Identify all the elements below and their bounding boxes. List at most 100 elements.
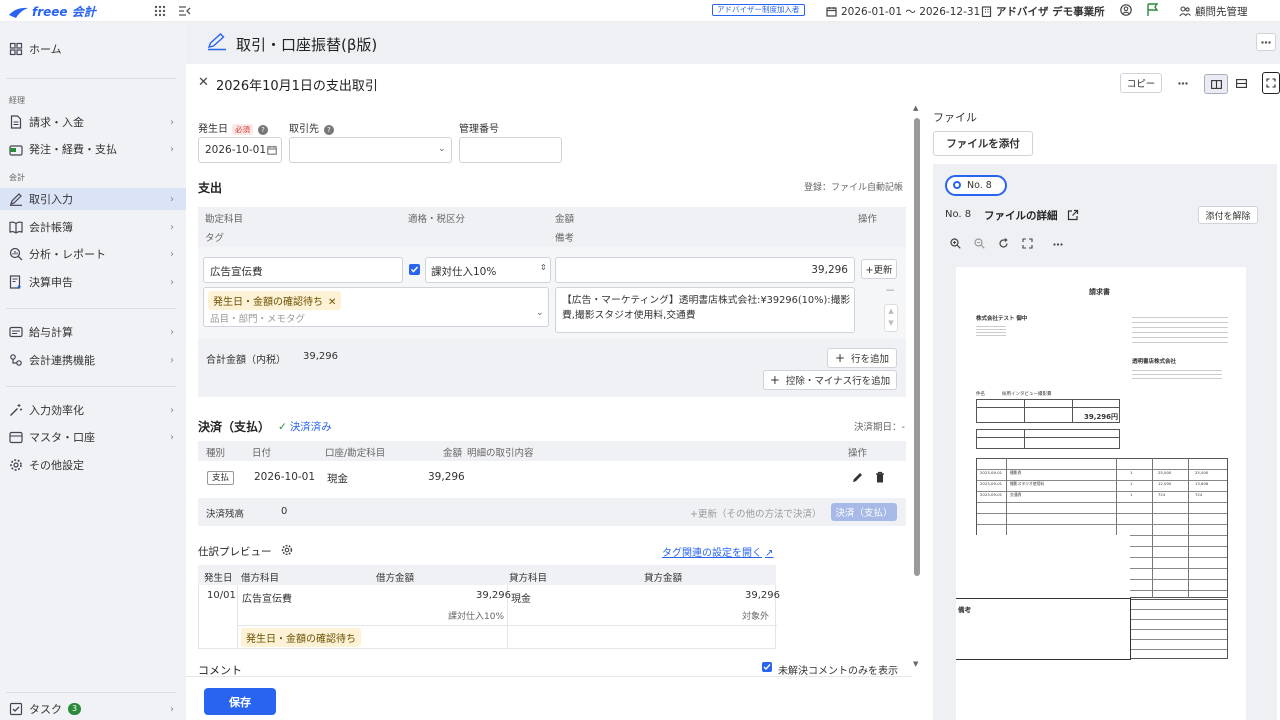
- attach-file-button[interactable]: ファイルを添付: [933, 131, 1033, 156]
- sidebar-item-settlement[interactable]: 決算申告 ›: [0, 271, 186, 293]
- sidebar-item-master[interactable]: マスタ・口座 ›: [0, 426, 186, 448]
- update-button[interactable]: +更新: [861, 259, 897, 279]
- file-chip[interactable]: No. 8: [945, 175, 1007, 196]
- payment-account: 現金: [327, 473, 348, 485]
- sidebar-item-integration[interactable]: 会計連携機能 ›: [0, 349, 186, 371]
- note-textarea[interactable]: 【広告・マーケティング】透明書店株式会社:¥39296(10%):撮影費,撮影ス…: [555, 287, 855, 333]
- add-deduction-button[interactable]: + 控除・マイナス行を追加: [763, 370, 897, 390]
- detach-file-button[interactable]: 添付を解除: [1198, 206, 1258, 224]
- calendar-icon: [826, 7, 837, 17]
- expand-icon[interactable]: [1022, 238, 1033, 249]
- chevron-down-icon: ⌄: [536, 308, 544, 318]
- link-icon: [8, 352, 24, 368]
- tag-input[interactable]: 発生日・金額の確認待ち ✕ 品目・部門・メモタグ ⌄: [203, 287, 549, 327]
- invoice-title: 請求書: [1089, 288, 1110, 296]
- date-input[interactable]: 2026-10-01: [198, 137, 282, 163]
- amount-input[interactable]: 39,296: [555, 257, 855, 283]
- zoom-out-icon[interactable]: [974, 238, 985, 249]
- sidebar-item-orders[interactable]: 発注・経費・支払 ›: [0, 138, 186, 160]
- registered-source: 登録：ファイル自動記帳: [804, 183, 904, 193]
- document-icon: [8, 114, 24, 130]
- external-link-icon: ↗: [765, 548, 774, 559]
- remove-tag-icon[interactable]: ✕: [328, 297, 336, 308]
- freee-logo[interactable]: freee 会計: [8, 3, 96, 20]
- wand-icon: [8, 402, 24, 418]
- trash-icon[interactable]: [875, 471, 885, 483]
- more-icon[interactable]: [1053, 243, 1063, 246]
- sidebar-item-label: タスク: [29, 703, 62, 716]
- form-scrollbar[interactable]: ▲ ▼: [912, 104, 922, 670]
- row-view-icon[interactable]: [1236, 79, 1247, 88]
- open-external-icon[interactable]: [1067, 209, 1079, 221]
- expense-section-title: 支出: [198, 181, 223, 195]
- split-view-button[interactable]: [1204, 74, 1228, 94]
- save-button[interactable]: 保存: [204, 688, 276, 715]
- pay-button[interactable]: 決済（支払）: [831, 503, 897, 521]
- people-icon: [1179, 6, 1191, 17]
- page-menu-button[interactable]: [1256, 33, 1276, 51]
- sidebar-divider: [6, 308, 176, 309]
- partner-label: 取引先?: [289, 120, 334, 135]
- date-value: 2026-10-01: [205, 144, 267, 156]
- file-panel-title: ファイル: [933, 111, 977, 124]
- company-selector[interactable]: アドバイザ デモ事業所: [981, 4, 1105, 19]
- partner-select[interactable]: ⌄: [289, 137, 452, 163]
- ref-number-input[interactable]: [459, 137, 562, 163]
- invoice-subject: 採用インタビュー撮影費: [1002, 392, 1052, 397]
- sidebar-item-transactions[interactable]: 取引入力 ›: [0, 188, 186, 210]
- flag-icon[interactable]: [1146, 3, 1159, 17]
- tag-settings-link[interactable]: タグ関連の設定を開く ↗: [662, 544, 773, 559]
- qualified-checkbox[interactable]: [409, 264, 420, 275]
- help-icon[interactable]: ?: [258, 125, 268, 135]
- client-management-link[interactable]: 顧問先管理: [1179, 4, 1248, 19]
- zoom-in-icon[interactable]: [950, 238, 961, 249]
- period-selector[interactable]: 2026-01-01 〜 2026-12-31: [826, 4, 980, 19]
- journal-debit-account: 広告宣伝費: [242, 594, 292, 605]
- tax-select[interactable]: 課対仕入10% ⇕: [425, 257, 551, 283]
- journal-date: 10/01: [207, 590, 236, 601]
- sidebar-item-tasks[interactable]: タスク 3 ›: [0, 698, 186, 720]
- sidebar-item-label: 請求・入金: [29, 116, 84, 129]
- fullscreen-icon[interactable]: [1262, 72, 1280, 94]
- sidebar-item-home[interactable]: ホーム: [0, 38, 186, 60]
- unresolved-label: 未解決コメントのみを表示: [778, 666, 898, 677]
- col-tax: 適格・税区分: [408, 214, 466, 225]
- calendar-icon[interactable]: [267, 145, 277, 155]
- file-panel: ファイル ファイルを添付 No. 8 No. 8 ファイルの詳細 添付を解除 請…: [926, 104, 1280, 720]
- account-icon[interactable]: [1120, 4, 1132, 16]
- scroll-down-icon[interactable]: ▼: [913, 660, 918, 668]
- sidebar-item-analysis[interactable]: 分析・レポート ›: [0, 243, 186, 265]
- rotate-icon[interactable]: [998, 238, 1009, 249]
- sidebar-item-invoice[interactable]: 請求・入金 ›: [0, 111, 186, 133]
- sidebar-divider: [6, 78, 176, 79]
- balance-label: 決済残高: [206, 509, 245, 520]
- sidebar-item-payroll[interactable]: 給与計算 ›: [0, 321, 186, 343]
- account-input[interactable]: 広告宣伝費: [203, 257, 403, 283]
- period-text: 2026-01-01 〜 2026-12-31: [841, 6, 981, 18]
- app-grid-icon[interactable]: [154, 5, 166, 17]
- sidebar-item-ledger[interactable]: 会計帳簿 ›: [0, 216, 186, 238]
- payment-row: 支払 2026-10-01 現金 39,296: [198, 461, 906, 497]
- scroll-up-icon[interactable]: ▲: [913, 104, 918, 112]
- sidebar-section-keiri: 経理: [9, 96, 25, 105]
- unresolved-checkbox[interactable]: [762, 662, 772, 672]
- sidebar-item-settings[interactable]: その他設定: [0, 454, 186, 476]
- help-icon[interactable]: ?: [324, 125, 334, 135]
- col-date: 日付: [252, 448, 272, 459]
- settings-icon[interactable]: [281, 544, 293, 556]
- remove-row-icon[interactable]: −: [885, 283, 895, 297]
- sidebar-item-label: 分析・レポート: [29, 248, 106, 261]
- sidebar-divider: [6, 692, 176, 693]
- collapse-sidebar-icon[interactable]: [178, 5, 191, 17]
- move-row-handle[interactable]: ▲ ▼: [884, 304, 898, 332]
- sidebar-item-efficiency[interactable]: 入力効率化 ›: [0, 399, 186, 421]
- scrollbar-thumb[interactable]: [914, 118, 920, 576]
- update-other-button[interactable]: +更新（その他の方法で決済）: [690, 506, 821, 520]
- invoice-document: 請求書 株式会社テスト 御中 透明書店株式会社 件名 採用インタビュー撮影費 3…: [956, 267, 1246, 720]
- copy-button[interactable]: コピー: [1120, 73, 1162, 93]
- more-options-icon[interactable]: [1178, 82, 1188, 85]
- close-icon[interactable]: ✕: [198, 75, 209, 90]
- chevron-right-icon: ›: [170, 703, 174, 715]
- add-row-button[interactable]: + 行を追加: [827, 348, 897, 368]
- edit-icon[interactable]: [852, 472, 863, 483]
